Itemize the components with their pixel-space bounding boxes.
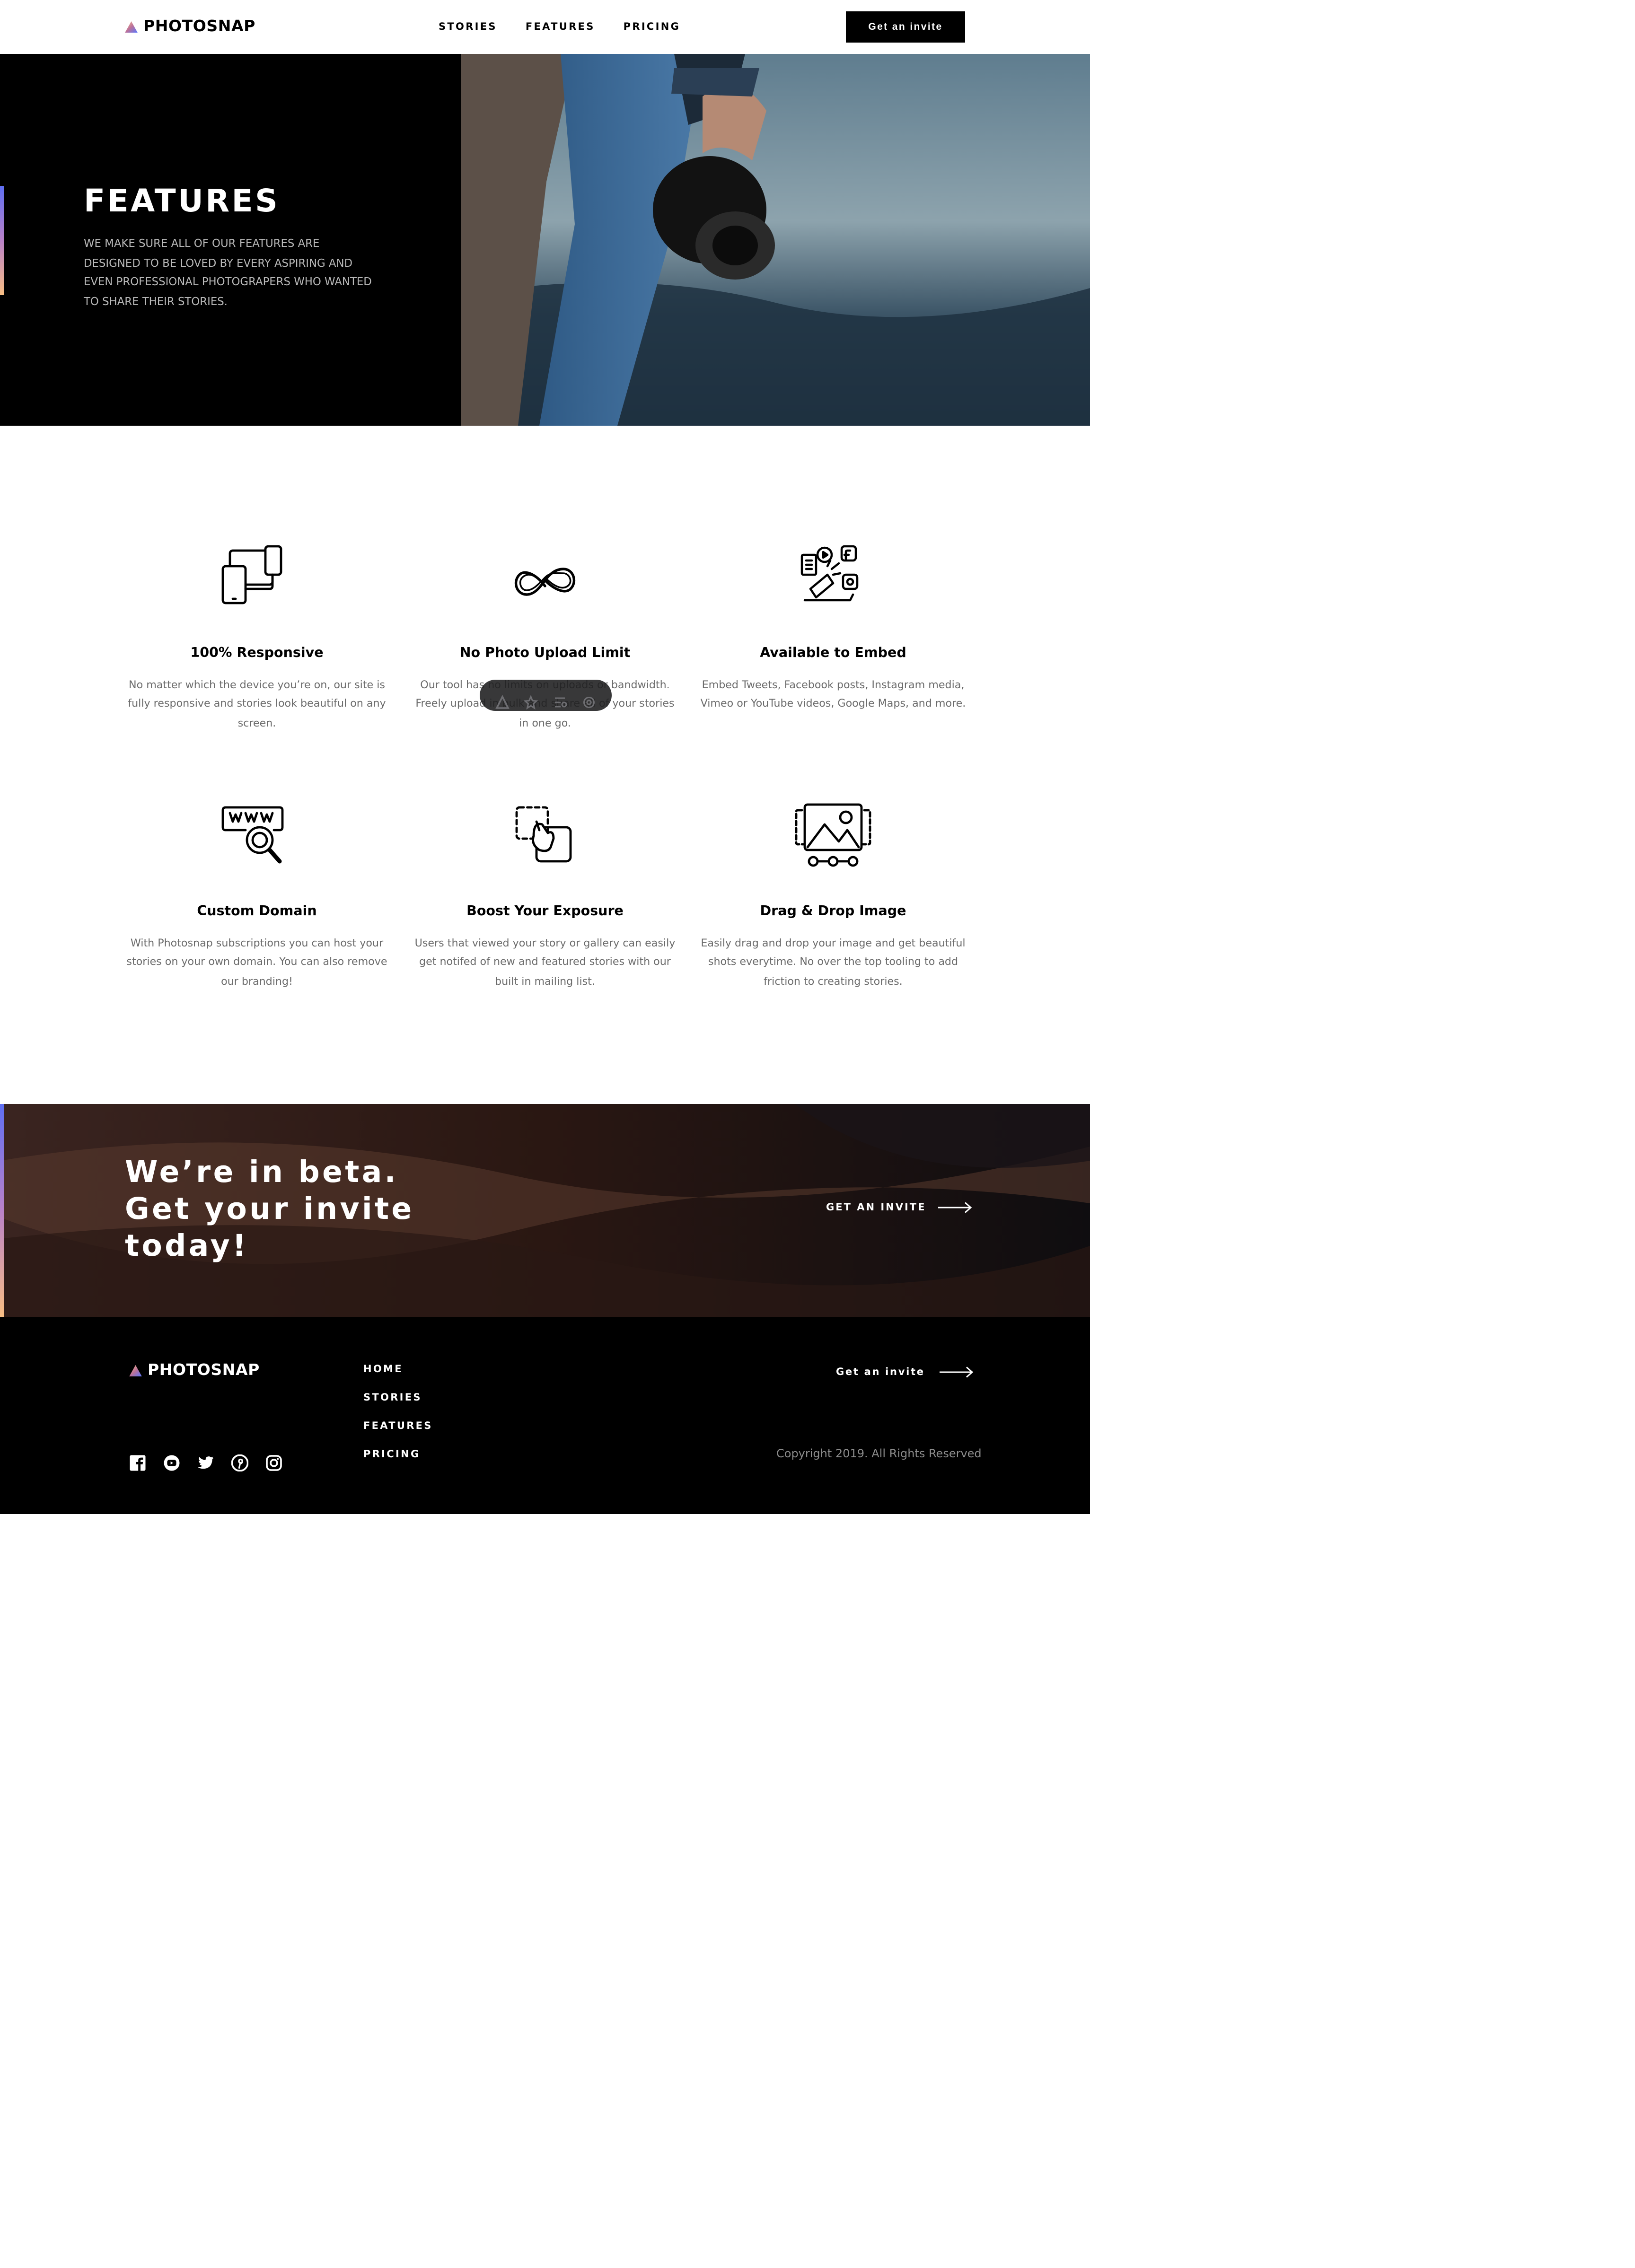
feature-description: No matter which the device you’re on, ou…: [128, 678, 386, 729]
copyright-text: Copyright 2019. All Rights Reserved: [776, 1447, 982, 1460]
boost-exposure-icon: [515, 806, 572, 863]
feature-card: Available to Embed Embed Tweets, Faceboo…: [698, 543, 968, 713]
beta-invite-link[interactable]: GET AN INVITE: [826, 1202, 972, 1213]
embed-media-icon: [800, 545, 859, 602]
footer-logo[interactable]: PHOTOSNAP: [129, 1361, 260, 1379]
features-section: 100% Responsive No matter which the devi…: [0, 426, 1090, 1104]
feature-card: 100% Responsive No matter which the devi…: [122, 543, 392, 732]
feature-description: Easily drag and drop your image and get …: [701, 937, 966, 987]
beta-heading: We’re in beta. Get your invite today!: [125, 1155, 414, 1263]
beta-accent-bar: [0, 1104, 4, 1317]
footer-link-home[interactable]: HOME: [363, 1364, 433, 1375]
site-footer: PHOTOSNAP HOME STORIES FEATURES PRICING: [0, 1317, 1090, 1514]
feature-title: Custom Domain: [197, 904, 317, 919]
floating-toolbar: [480, 680, 612, 711]
responsive-devices-icon: [221, 545, 282, 604]
instagram-icon[interactable]: [265, 1450, 282, 1471]
footer-nav: HOME STORIES FEATURES PRICING: [363, 1364, 433, 1460]
drag-drop-image-icon: [795, 803, 871, 867]
feature-card: Drag & Drop Image Easily drag and drop y…: [698, 802, 968, 990]
feature-title: Boost Your Exposure: [466, 904, 624, 919]
feature-description: Embed Tweets, Facebook posts, Instagram …: [700, 678, 966, 710]
camera-photo-image: [461, 54, 1090, 426]
star-icon[interactable]: [524, 688, 539, 710]
feature-title: Drag & Drop Image: [760, 904, 906, 919]
list-search-icon[interactable]: [553, 688, 567, 708]
twitter-icon[interactable]: [197, 1450, 214, 1469]
brand-name: PHOTOSNAP: [148, 1361, 260, 1379]
footer-link-stories[interactable]: STORIES: [363, 1392, 433, 1403]
logo-triangle-icon: [125, 20, 138, 32]
infinity-icon: [514, 568, 576, 596]
feature-card: Custom Domain With Photosnap subscriptio…: [122, 802, 392, 990]
a11y-icon[interactable]: [495, 688, 510, 709]
footer-invite-link[interactable]: Get an invite: [836, 1366, 973, 1378]
social-links: [129, 1450, 282, 1472]
arrow-right-icon: [937, 1202, 971, 1213]
hero-accent-bar: [0, 186, 4, 295]
feature-card: Boost Your Exposure Users that viewed yo…: [410, 802, 680, 990]
footer-invite-label: Get an invite: [836, 1366, 925, 1378]
arrow-right-icon: [939, 1366, 973, 1378]
footer-link-pricing[interactable]: PRICING: [363, 1449, 433, 1460]
hero-description: WE MAKE SURE ALL OF OUR FEATURES ARE DES…: [84, 237, 372, 307]
get-invite-button[interactable]: Get an invite: [846, 11, 965, 43]
page: PHOTOSNAP STORIES FEATURES PRICING Get a…: [0, 0, 1635, 2268]
page-title: FEATURES: [84, 184, 280, 220]
hero-photo: [461, 54, 1090, 426]
feature-description: Users that viewed your story or gallery …: [414, 937, 676, 987]
custom-domain-icon: [221, 806, 284, 864]
feature-description: With Photosnap subscriptions you can hos…: [126, 937, 387, 987]
facebook-icon[interactable]: [129, 1450, 146, 1471]
settings-icon[interactable]: [582, 688, 596, 708]
logo-triangle-icon: [129, 1364, 142, 1376]
brand-name: PHOTOSNAP: [143, 17, 255, 35]
main-nav: STORIES FEATURES PRICING: [439, 21, 680, 33]
youtube-icon[interactable]: [163, 1450, 180, 1471]
feature-title: No Photo Upload Limit: [459, 646, 631, 661]
beta-invite-label: GET AN INVITE: [826, 1202, 926, 1213]
nav-features[interactable]: FEATURES: [526, 21, 595, 33]
beta-section: We’re in beta. Get your invite today! GE…: [0, 1104, 1090, 1317]
feature-title: 100% Responsive: [190, 646, 324, 661]
pinterest-icon[interactable]: [231, 1450, 249, 1472]
nav-pricing[interactable]: PRICING: [624, 21, 681, 33]
nav-stories[interactable]: STORIES: [439, 21, 497, 33]
hero-section: FEATURES WE MAKE SURE ALL OF OUR FEATURE…: [0, 54, 1090, 426]
site-header: PHOTOSNAP STORIES FEATURES PRICING Get a…: [0, 0, 1090, 54]
footer-link-features[interactable]: FEATURES: [363, 1420, 433, 1432]
header-logo[interactable]: PHOTOSNAP: [125, 17, 255, 35]
feature-title: Available to Embed: [760, 646, 906, 661]
